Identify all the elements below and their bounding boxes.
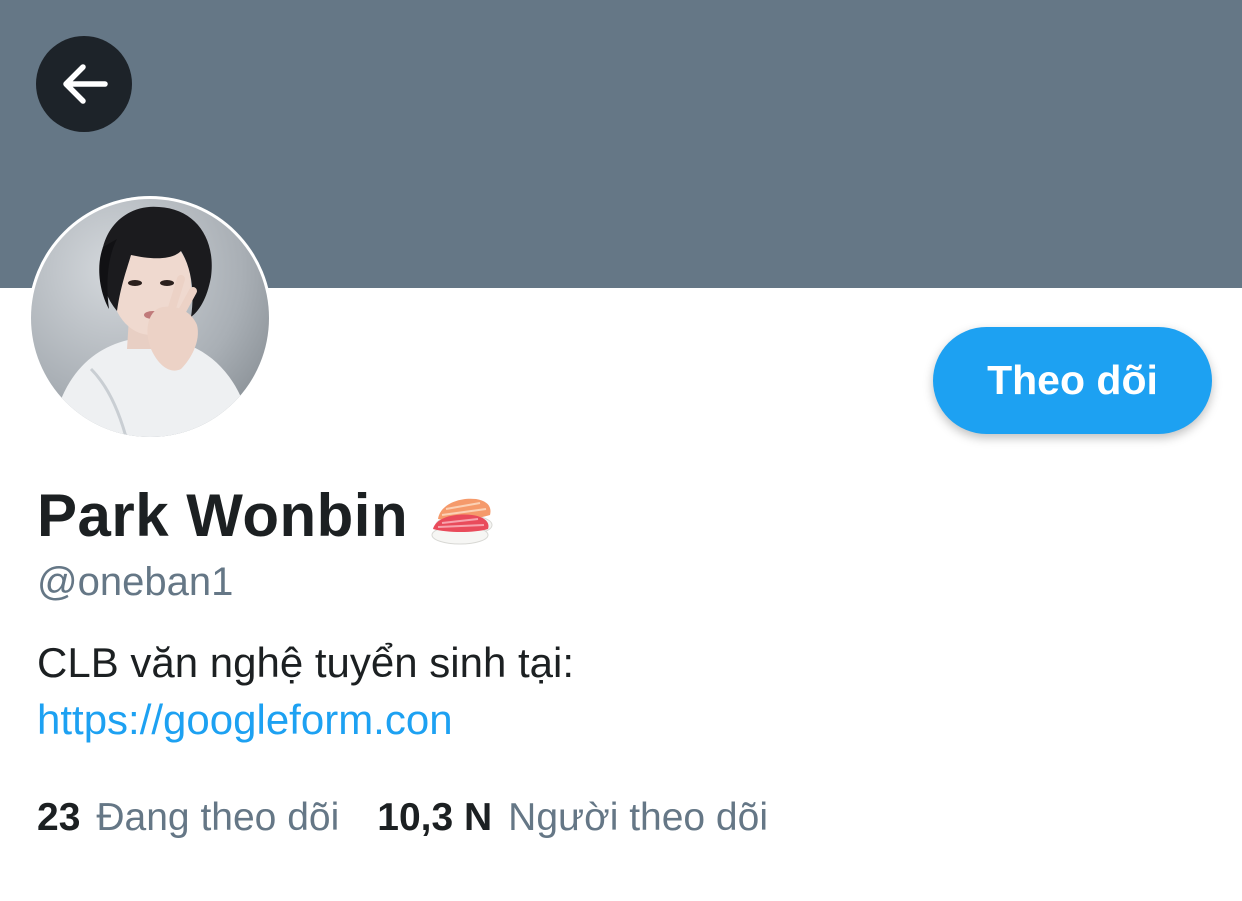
bio-text: CLB văn nghệ tuyển sinh tại:	[37, 639, 575, 686]
following-stat[interactable]: 23 Đang theo dõi	[37, 796, 339, 840]
following-label: Đang theo dõi	[96, 796, 340, 839]
avatar[interactable]	[28, 196, 272, 440]
back-button[interactable]	[36, 36, 132, 132]
followers-stat[interactable]: 10,3 N Người theo dõi	[377, 796, 768, 840]
arrow-left-icon	[63, 64, 108, 104]
followers-count: 10,3 N	[377, 796, 493, 839]
follow-button[interactable]: Theo dõi	[933, 327, 1212, 434]
bio-link[interactable]: https://googleform.con	[37, 696, 453, 743]
profile-photo	[31, 199, 269, 437]
followers-label: Người theo dõi	[508, 796, 768, 839]
sushi-icon	[431, 498, 493, 545]
profile-bio: CLB văn nghệ tuyển sinh tại: https://goo…	[37, 634, 937, 748]
profile-handle: @oneban1	[37, 560, 234, 604]
following-count: 23	[37, 796, 81, 839]
display-name: Park Wonbin	[37, 481, 409, 549]
profile-stats: 23 Đang theo dõi 10,3 N Người theo dõi	[37, 796, 768, 840]
profile-name-row: Park Wonbin	[37, 478, 496, 552]
